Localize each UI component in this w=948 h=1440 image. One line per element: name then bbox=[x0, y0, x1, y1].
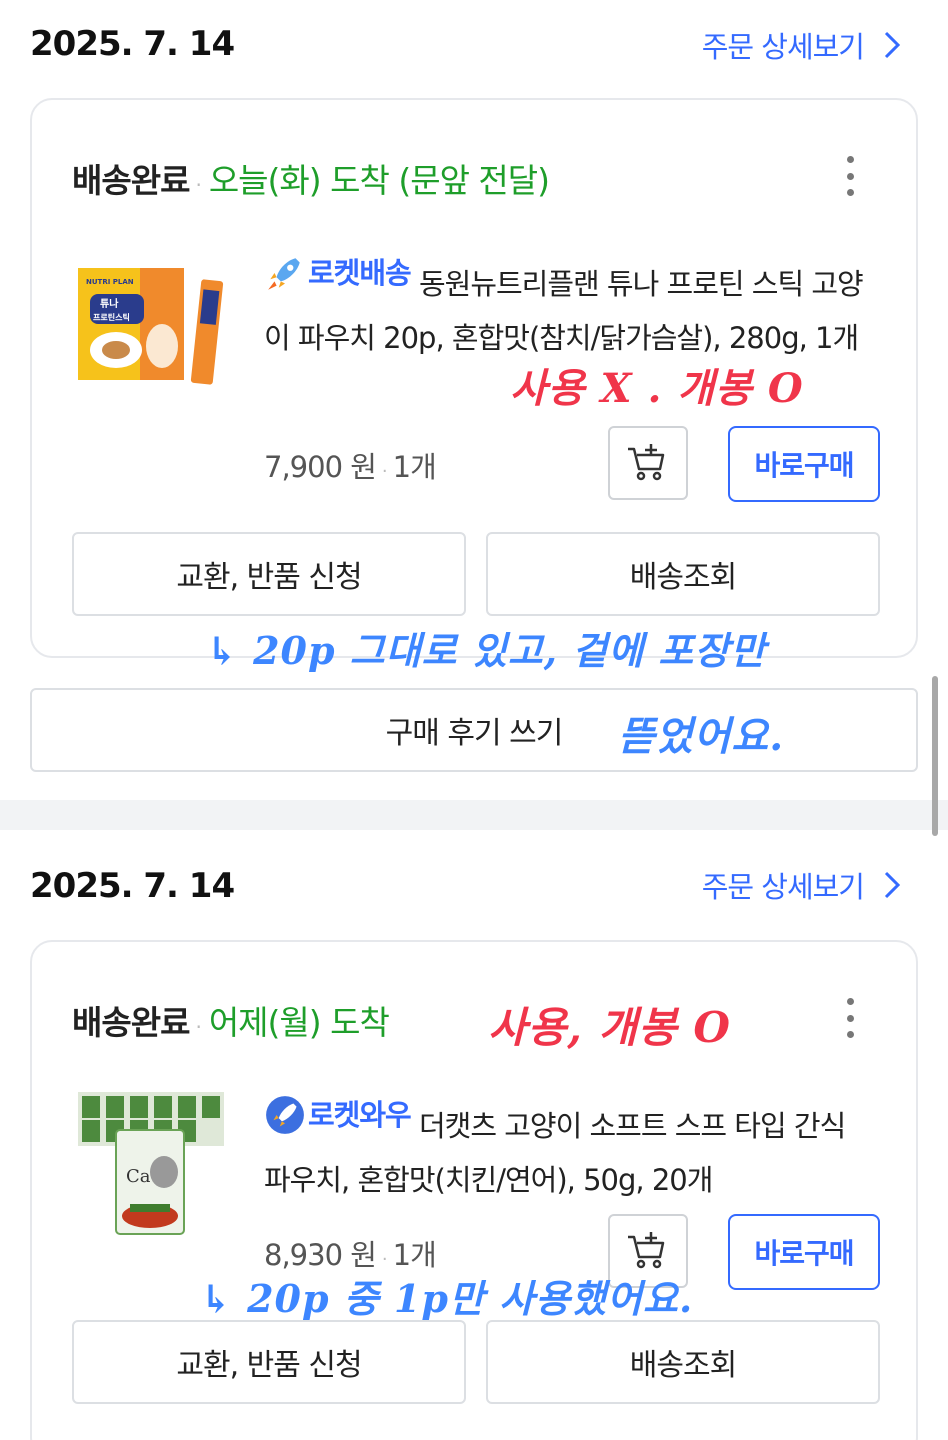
track-delivery-button[interactable]: 배송조회 bbox=[486, 532, 880, 616]
order-detail-label: 주문 상세보기 bbox=[701, 870, 865, 904]
separator-dot: · bbox=[195, 173, 201, 197]
delivery-info: 오늘(화) 도착 (문앞 전달) bbox=[208, 161, 550, 200]
more-options-icon[interactable] bbox=[844, 998, 856, 1038]
more-options-icon[interactable] bbox=[844, 156, 856, 196]
separator-dot: · bbox=[195, 1015, 201, 1039]
delivery-status: 배송완료 · 어제(월) 도착 bbox=[72, 996, 390, 1044]
exchange-return-button[interactable]: 교환, 반품 신청 bbox=[72, 1320, 466, 1404]
rocket-delivery-badge: 로켓배송 bbox=[264, 246, 412, 300]
handwritten-note: 사용, 개봉 O bbox=[488, 1003, 732, 1052]
rocket-wow-badge: 로켓와우 bbox=[264, 1088, 412, 1142]
product-thumbnail[interactable]: Cat bbox=[76, 1088, 226, 1238]
handwritten-note: ↳ 20p 중 1p만 사용했어요. bbox=[200, 1276, 694, 1321]
thumb-brand: NUTRI PLAN bbox=[86, 278, 134, 286]
product-thumbnail[interactable]: NUTRI PLAN 튜나 프로틴스틱 bbox=[76, 250, 226, 400]
order-detail-link[interactable]: 주문 상세보기 bbox=[702, 864, 902, 906]
chevron-right-icon bbox=[884, 31, 901, 59]
product-name[interactable]: 로켓배송 동원뉴트리플랜 튜나 프로틴 스틱 고양이 파우치 20p, 혼합맛(… bbox=[264, 246, 874, 365]
order-date: 2025. 7. 14 bbox=[30, 866, 235, 906]
thumb-title-2: 프로틴스틱 bbox=[93, 312, 130, 322]
rocket-icon bbox=[268, 258, 300, 290]
price: 8,930 원 bbox=[264, 1238, 377, 1272]
rocket-wow-icon bbox=[266, 1096, 304, 1134]
price-line: 7,900 원 · 1개 bbox=[264, 450, 437, 484]
track-delivery-button[interactable]: 배송조회 bbox=[486, 1320, 880, 1404]
handwritten-note: 사용 X . 개봉 O bbox=[510, 365, 804, 412]
delivery-info: 어제(월) 도착 bbox=[208, 1003, 390, 1042]
delivery-status: 배송완료 · 오늘(화) 도착 (문앞 전달) bbox=[72, 154, 550, 202]
status-label: 배송완료 bbox=[72, 1003, 190, 1042]
thumb-title-1: 튜나 bbox=[100, 297, 119, 310]
order-card: 배송완료 · 어제(월) 도착 Cat 로켓와우 더캣츠 고양이 소프트 스프 … bbox=[30, 940, 918, 1440]
status-label: 배송완료 bbox=[72, 161, 190, 200]
order-date: 2025. 7. 14 bbox=[30, 24, 235, 64]
chevron-right-icon bbox=[884, 871, 901, 899]
order-detail-link[interactable]: 주문 상세보기 bbox=[702, 24, 902, 66]
write-review-button[interactable]: 구매 후기 쓰기 bbox=[30, 688, 918, 772]
cart-plus-icon bbox=[628, 444, 665, 481]
section-separator bbox=[0, 800, 948, 830]
handwritten-note: ↳ 20p 그대로 있고, 겉에 포장만 bbox=[206, 628, 767, 673]
exchange-return-button[interactable]: 교환, 반품 신청 bbox=[72, 532, 466, 616]
price: 7,900 원 bbox=[264, 450, 377, 484]
badge-label: 로켓배송 bbox=[308, 256, 412, 290]
quantity: 1개 bbox=[392, 1238, 437, 1272]
scrollbar[interactable] bbox=[932, 676, 938, 836]
badge-label: 로켓와우 bbox=[308, 1098, 412, 1132]
order-detail-label: 주문 상세보기 bbox=[701, 30, 865, 64]
buy-now-button[interactable]: 바로구매 bbox=[728, 1214, 880, 1290]
handwritten-note: 뜯었어요. bbox=[618, 713, 785, 760]
cart-plus-icon bbox=[628, 1232, 665, 1269]
product-name[interactable]: 로켓와우 더캣츠 고양이 소프트 스프 타입 간식 파우치, 혼합맛(치킨/연어… bbox=[264, 1088, 874, 1207]
add-to-cart-button[interactable] bbox=[608, 426, 688, 500]
quantity: 1개 bbox=[392, 450, 437, 484]
buy-now-button[interactable]: 바로구매 bbox=[728, 426, 880, 502]
